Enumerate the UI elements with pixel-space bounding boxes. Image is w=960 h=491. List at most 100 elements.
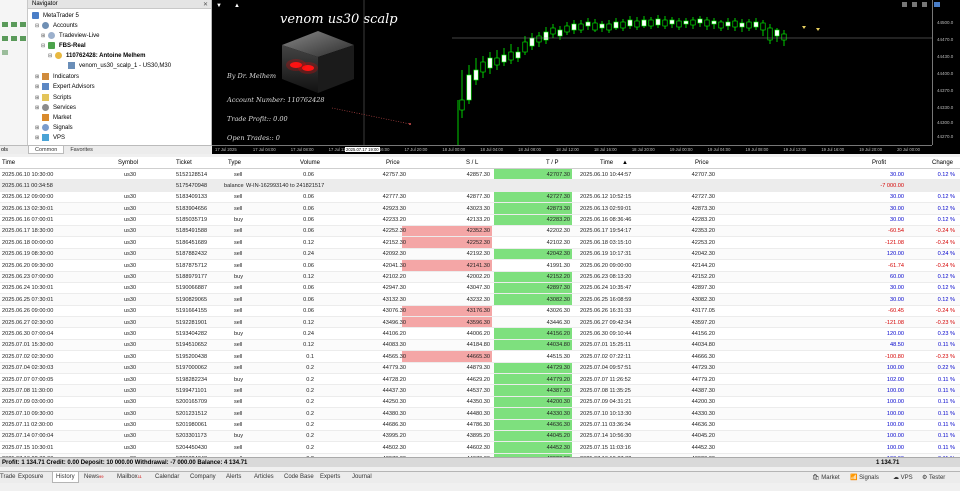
table-row[interactable]: 2025.07.11 02:30:00 us30 5201980061 sell 0.2… [0, 419, 960, 431]
col-ticket[interactable]: Ticket [176, 160, 192, 166]
col-sl[interactable]: S / L [466, 160, 478, 166]
table-row[interactable]: 2025.06.30 07:00:04 us30 5193404282 buy 0.24… [0, 328, 960, 340]
table-row[interactable]: 2025.06.16 07:00:01 us30 5185035719 buy 0.06… [0, 214, 960, 226]
cell-type: sell [234, 171, 243, 178]
col-symbol[interactable]: Symbol [118, 160, 138, 166]
sort-asc-icon[interactable]: ▲ [622, 160, 628, 166]
cell-symbol: us30 [124, 171, 137, 178]
table-row[interactable]: 2025.06.11 00:34:58 5175470948 balance -7 0… [0, 180, 960, 192]
tab-trade[interactable]: Trade [0, 474, 15, 480]
table-row[interactable]: 2025.06.20 09:30:00 us30 5187875712 sell 0.0… [0, 260, 960, 272]
table-row[interactable]: 2025.07.08 11:30:00 us30 5199471101 sell 0.2… [0, 385, 960, 397]
table-row[interactable]: 2025.07.07 07:00:05 us30 5198282234 buy 0.2 4… [0, 374, 960, 386]
toolbar-icon[interactable] [2, 22, 8, 27]
cell-type: buy [234, 433, 244, 440]
collapse-icon[interactable]: ⊟ [48, 53, 54, 59]
tab-exposure[interactable]: Exposure [18, 474, 43, 480]
col-profit[interactable]: Profit [872, 160, 886, 166]
table-row[interactable]: 2025.06.25 07:30:01 us30 5190829065 sell 0.0… [0, 294, 960, 306]
col-close-time[interactable]: Time [600, 160, 613, 166]
nav-expert-advisors[interactable]: ⊞ Expert Advisors [35, 83, 95, 90]
col-time[interactable]: Time [2, 160, 15, 166]
expand-icon[interactable]: ⊞ [35, 74, 41, 80]
tab-alerts[interactable]: Alerts [226, 474, 241, 480]
col-change[interactable]: Change [932, 160, 953, 166]
table-header: Time Symbol Ticket Type Volume Price S /… [0, 157, 960, 169]
col-tp[interactable]: T / P [546, 160, 559, 166]
expand-icon[interactable]: ⊞ [35, 84, 41, 90]
vps-tool[interactable]: ☁ VPS [893, 474, 913, 481]
cell-close-time: 2025.07.07 11:26:52 [580, 376, 631, 383]
table-row[interactable]: 2025.07.10 09:30:00 us30 5201231512 sell 0.2… [0, 408, 960, 420]
nav-services[interactable]: ⊞ Services [35, 104, 76, 111]
nav-signals[interactable]: ⊞ Signals [35, 124, 73, 131]
table-row[interactable]: 2025.06.19 08:30:00 us30 5187882432 sell 0.2… [0, 248, 960, 261]
table-row[interactable]: 2025.07.15 10:30:01 us30 5204450430 sell 0.2… [0, 442, 960, 454]
nav-accounts[interactable]: ⊟ Accounts [35, 22, 78, 29]
nav-market[interactable]: Market [35, 114, 71, 121]
nav-indicators[interactable]: ⊞ Indicators [35, 73, 79, 80]
expand-icon[interactable]: ⊞ [35, 105, 41, 111]
table-row[interactable]: 2025.06.12 09:00:00 us30 5183409133 sell 0.0… [0, 191, 960, 204]
cell-close-price: 42707.30 [691, 171, 715, 178]
expand-icon[interactable]: ⊞ [35, 95, 41, 101]
nav-root[interactable]: MetaTrader 5 [32, 12, 79, 19]
tab-favorites[interactable]: Favorites [64, 146, 99, 154]
tab-common[interactable]: Common [28, 146, 65, 154]
expand-icon[interactable]: ⊞ [41, 33, 47, 39]
cell-change: 0.12 % [937, 217, 955, 224]
table-row[interactable]: 2025.07.09 03:00:00 us30 5200165709 sell 0.2… [0, 396, 960, 409]
market-tool[interactable]: 🛍 Market [812, 474, 840, 481]
col-volume[interactable]: Volume [300, 160, 320, 166]
table-row[interactable]: 2025.06.23 07:00:00 us30 5188979177 buy 0.12… [0, 271, 960, 283]
toolbar-icon[interactable] [2, 36, 8, 41]
tab-company[interactable]: Company [190, 474, 216, 480]
nav-account[interactable]: ⊟ 110762428: Antoine Melhem [48, 52, 145, 59]
cell-symbol: us30 [124, 205, 137, 212]
table-row[interactable]: 2025.07.14 07:00:04 us30 5203301173 buy 0.2 4… [0, 430, 960, 443]
nav-scripts[interactable]: ⊞ Scripts [35, 94, 71, 101]
collapse-icon[interactable]: ⊟ [35, 23, 41, 29]
col-type[interactable]: Type [228, 160, 241, 166]
table-row[interactable]: 2025.07.04 02:30:03 us30 5197000062 sell 0.2… [0, 362, 960, 375]
tab-code-base[interactable]: Code Base [284, 474, 314, 480]
signals-tool[interactable]: 📶 Signals [850, 474, 879, 481]
tab-mailbox[interactable]: Mailbox11 [117, 474, 142, 480]
tab-calendar[interactable]: Calendar [155, 474, 179, 480]
collapse-icon[interactable]: ⊟ [41, 43, 47, 49]
tester-tool[interactable]: ⚙ Tester [922, 474, 945, 481]
col-price[interactable]: Price [386, 160, 400, 166]
tab-history[interactable]: History [52, 472, 79, 483]
tab-news[interactable]: News99 [84, 474, 103, 480]
cell-tp: 42897.30 [546, 285, 570, 292]
toolbar-icon[interactable] [11, 22, 17, 27]
toolbar-icon[interactable] [2, 50, 8, 55]
expand-icon[interactable]: ⊞ [35, 135, 41, 141]
table-row[interactable]: 2025.06.26 09:00:00 us30 5191664155 sell 0.0… [0, 305, 960, 318]
nav-tradeview[interactable]: ⊞ Tradeview-Live [41, 32, 99, 39]
tab-experts[interactable]: Experts [320, 474, 340, 480]
toolbar-icon[interactable] [20, 36, 26, 41]
price-chart[interactable]: ▼ ▲ venom us30 scalp By Dr. Melhem Accou… [212, 0, 960, 154]
expand-icon[interactable]: ⊞ [35, 125, 41, 131]
tab-articles[interactable]: Articles [254, 474, 274, 480]
toolbar-icon[interactable] [20, 22, 26, 27]
tab-journal[interactable]: Journal [352, 474, 372, 480]
cell-symbol: us30 [124, 444, 137, 451]
toolbar-icon[interactable] [11, 36, 17, 41]
cell-symbol: us30 [124, 399, 137, 406]
table-row[interactable]: 2025.06.10 10:30:00 us30 5152128514 sell 0.0… [0, 169, 960, 181]
nav-fbs[interactable]: ⊟ FBS-Real [41, 42, 86, 49]
left-tab-fragment[interactable]: ols [0, 145, 28, 154]
table-row[interactable]: 2025.06.24 10:30:01 us30 5190066887 sell 0.0… [0, 282, 960, 295]
table-row[interactable]: 2025.07.02 02:30:00 us30 5195200438 sell 0.1… [0, 351, 960, 363]
nav-ea[interactable]: venom_us30_scalp_1 - US30,M30 [68, 62, 171, 69]
nav-vps[interactable]: ⊞ VPS [35, 134, 65, 141]
table-row[interactable]: 2025.06.17 18:30:00 us30 5185491588 sell 0.0… [0, 225, 960, 238]
close-icon[interactable]: ✕ [203, 1, 208, 8]
col-close-price[interactable]: Price [695, 160, 709, 166]
table-row[interactable]: 2025.06.27 02:30:00 us30 5192281901 sell 0.1… [0, 317, 960, 329]
table-row[interactable]: 2025.06.13 02:30:01 us30 5183904656 sell 0.0… [0, 203, 960, 215]
table-row[interactable]: 2025.07.01 15:30:00 us30 5194510652 sell 0.1… [0, 339, 960, 352]
table-row[interactable]: 2025.06.18 00:00:00 us30 5186451689 sell 0.1… [0, 237, 960, 249]
